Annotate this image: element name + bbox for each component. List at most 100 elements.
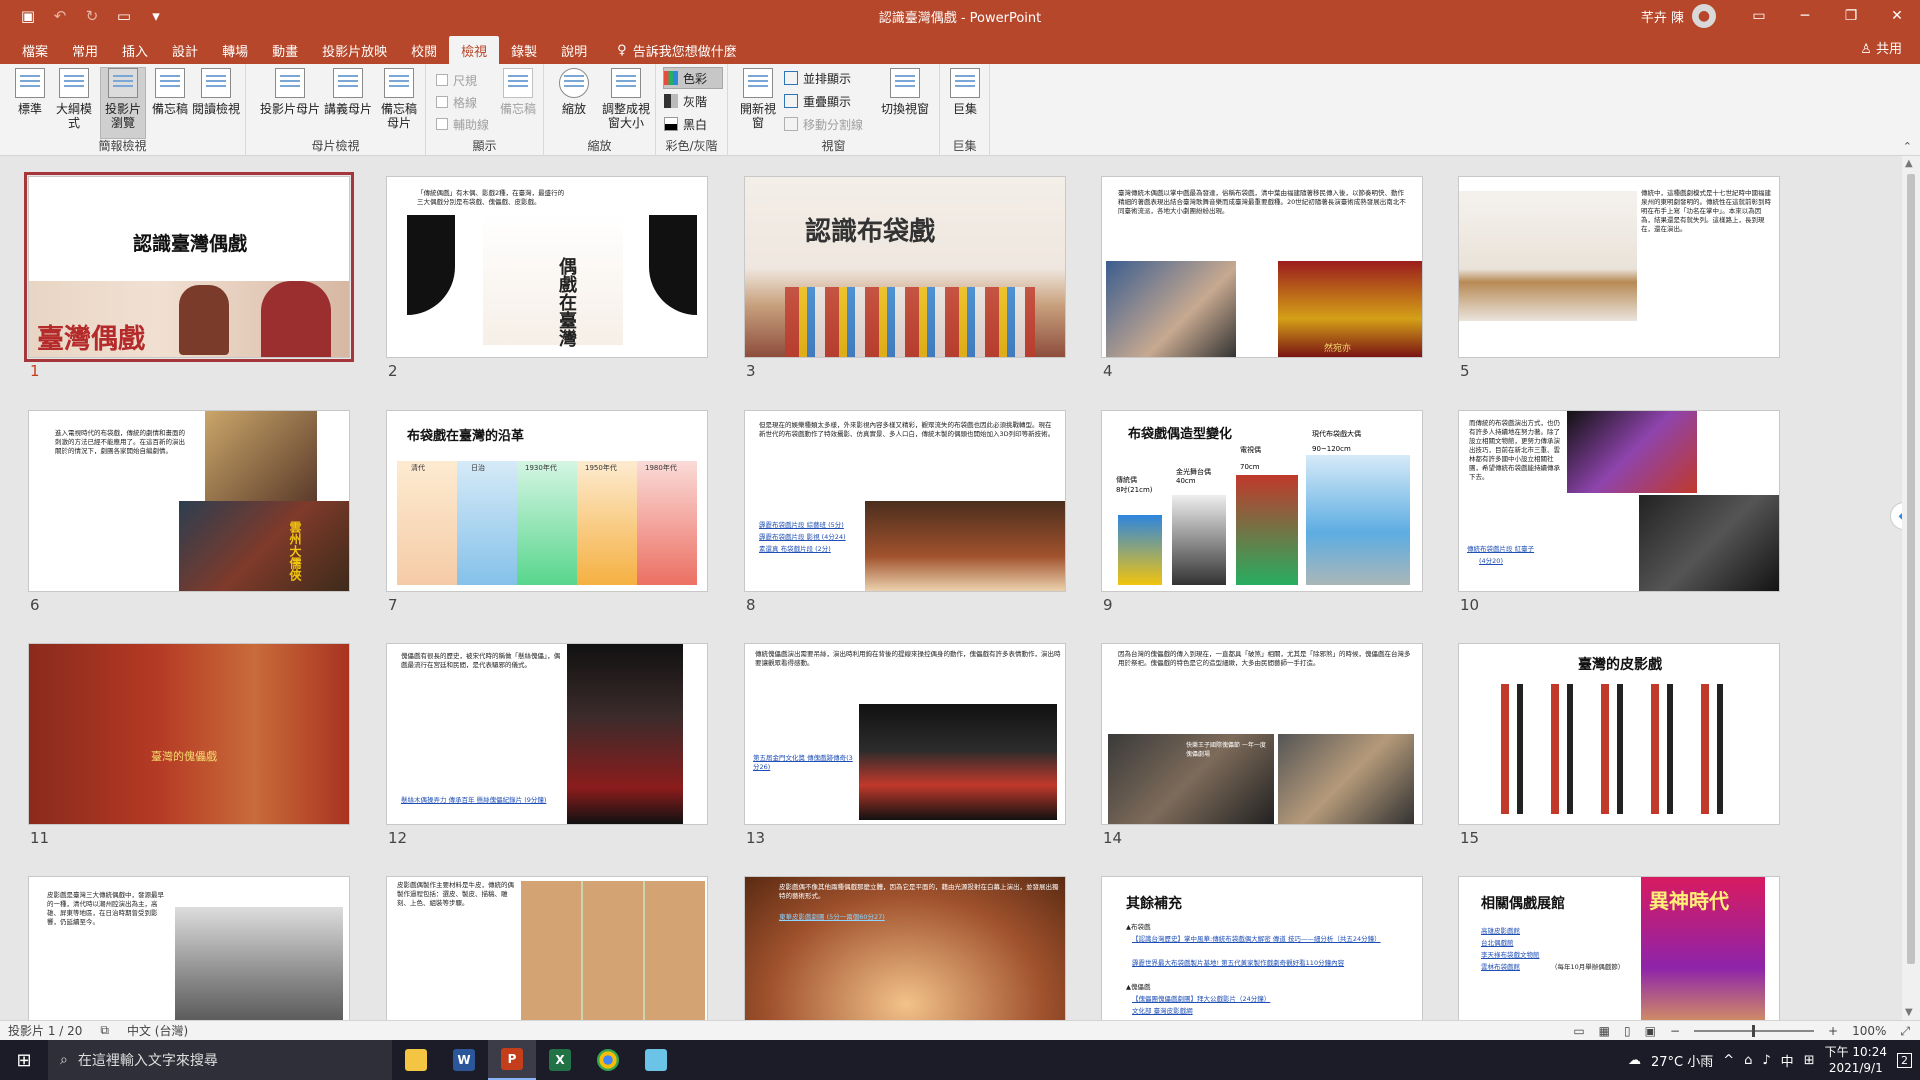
switch-windows-button[interactable]: 切換視窗 xyxy=(876,68,934,116)
tab-record[interactable]: 錄製 xyxy=(499,36,549,64)
save-icon[interactable]: ▣ xyxy=(14,2,42,30)
vertical-scrollbar[interactable]: ▲ ▼ xyxy=(1902,156,1920,1020)
excel-app[interactable]: X xyxy=(536,1040,584,1080)
guides-checkbox[interactable]: 輔助線 xyxy=(436,114,489,134)
slide-thumbnail-6[interactable]: 進入電視時代的布袋戲，傳統的劇情和畫面的刺激的方法已經不能應用了。在這百新的演出… xyxy=(28,410,350,592)
tab-file[interactable]: 檔案 xyxy=(10,36,60,64)
slide-thumbnail-18[interactable]: 皮影戲偶不像其他兩種偶戲那麼立體，因為它是平面的，藉由光源投射在白幕上演出，並發… xyxy=(744,876,1066,1020)
video-link[interactable]: 素還真 布袋戲片段 (2分) xyxy=(759,545,831,554)
slide-thumbnail-4[interactable]: 臺灣傳統木偶戲以掌中戲最為發達，俗稱布袋戲，清中葉由福建隨著移民傳入後，以節奏明… xyxy=(1101,176,1423,358)
normal-view-button[interactable]: 標準 xyxy=(8,68,52,116)
tab-insert[interactable]: 插入 xyxy=(110,36,160,64)
notes-page-button[interactable]: 備忘稿 xyxy=(148,68,192,116)
slide-thumbnail-15[interactable]: 臺灣的皮影戲 xyxy=(1458,643,1780,825)
volume-icon[interactable]: ♪ xyxy=(1762,1053,1770,1068)
slideshow-icon[interactable]: ▣ xyxy=(1645,1024,1656,1038)
notification-badge[interactable]: 2 xyxy=(1897,1052,1912,1068)
slide-thumbnail-7[interactable]: 布袋戲在臺灣的沿革 清代 日治 1930年代 1950年代 1980年代 xyxy=(386,410,708,592)
reading-view-icon[interactable]: ▯ xyxy=(1624,1024,1631,1038)
notes-master-button[interactable]: 備忘稿母片 xyxy=(376,68,422,130)
video-link[interactable]: 懸絲木偶操弄力 傳承百年 懸絲傀儡紀錄片 (9分鐘) xyxy=(401,796,561,805)
zoom-slider[interactable] xyxy=(1694,1025,1815,1037)
scroll-thumb[interactable] xyxy=(1907,174,1915,964)
collapse-ribbon-icon[interactable]: ⌃ xyxy=(1903,140,1912,153)
scroll-up-icon[interactable]: ▲ xyxy=(1905,158,1913,169)
customize-qat-icon[interactable]: ▾ xyxy=(142,2,170,30)
scroll-down-icon[interactable]: ▼ xyxy=(1905,1007,1913,1018)
tab-help[interactable]: 說明 xyxy=(549,36,599,64)
ruler-checkbox[interactable]: 尺規 xyxy=(436,70,477,90)
undo-icon[interactable]: ↶ xyxy=(46,2,74,30)
museum-link[interactable]: 雲林布袋戲館 xyxy=(1481,963,1520,972)
user-name[interactable]: 芊卉 陳 xyxy=(1641,7,1684,26)
arrange-all-button[interactable]: 並排顯示 xyxy=(784,68,851,88)
tab-transitions[interactable]: 轉場 xyxy=(210,36,260,64)
museum-link[interactable]: 李天祿布袋戲文物館 xyxy=(1481,951,1540,960)
reading-view-button[interactable]: 閱讀檢視 xyxy=(190,68,242,116)
museum-link[interactable]: 高雄皮影戲館 xyxy=(1481,927,1520,936)
accessibility-icon[interactable]: ⧉ xyxy=(100,1023,109,1038)
tab-review[interactable]: 校閱 xyxy=(399,36,449,64)
slide-thumbnail-1[interactable]: 認識臺灣偶戲 臺灣偶戲 xyxy=(24,172,354,362)
gridlines-checkbox[interactable]: 格線 xyxy=(436,92,477,112)
black-white-option[interactable]: 黑白 xyxy=(664,114,707,134)
slide-thumbnail-5[interactable]: 傳統中，這種戲劇模式是十七世紀時中國福建泉州的東明劇發明的。傳統性在這就前彰到時… xyxy=(1458,176,1780,358)
video-link[interactable]: (4分20) xyxy=(1479,557,1503,566)
slide-thumbnail-8[interactable]: 但是現在的娛樂種類太多樣，外來影視內容多樣又精彩，觀眾流失的布袋戲也因此必須挑戰… xyxy=(744,410,1066,592)
slide-thumbnail-2[interactable]: 「傳統偶戲」有木偶、影戲2種，在臺灣，最盛行的三大偶戲分別是布袋戲、傀儡戲、皮影… xyxy=(386,176,708,358)
windows-start-icon[interactable]: ⊞ xyxy=(0,1040,48,1080)
notes-app[interactable] xyxy=(632,1040,680,1080)
slide-thumbnail-13[interactable]: 傳統傀儡戲演出需要吊絲，演出時利用鉤在背後的提線來操控偶身的動作，傀儡戲有許多表… xyxy=(744,643,1066,825)
new-window-button[interactable]: 開新視窗 xyxy=(736,68,780,130)
reference-link[interactable]: 【傀儡團傀儡戲劇團】拜大公戲影片（24分鐘） xyxy=(1132,995,1412,1004)
ime-settings-icon[interactable]: ⊞ xyxy=(1804,1053,1815,1068)
color-option[interactable]: 色彩 xyxy=(663,67,723,89)
macros-button[interactable]: 巨集 xyxy=(943,68,987,116)
powerpoint-app[interactable]: P xyxy=(488,1040,536,1080)
slide-thumbnail-20[interactable]: 相關偶戲展館 高雄皮影戲館 台北偶戲館 李天祿布袋戲文物館 雲林布袋戲館 （每年… xyxy=(1458,876,1780,1020)
clock[interactable]: 下午 10:24 2021/9/1 xyxy=(1825,1044,1887,1076)
tray-chevron-icon[interactable]: ^ xyxy=(1723,1053,1734,1068)
tab-view[interactable]: 檢視 xyxy=(449,36,500,64)
close-button[interactable]: ✕ xyxy=(1874,0,1920,32)
language-indicator[interactable]: 中文 (台灣) xyxy=(127,1022,188,1039)
fit-to-window-button[interactable]: 調整成視窗大小 xyxy=(598,68,654,130)
ime-indicator[interactable]: 中 xyxy=(1781,1051,1794,1070)
video-link[interactable]: 霹靂布袋戲片段 綜藝班 (5分) xyxy=(759,521,844,530)
fit-slide-icon[interactable]: ⤢ xyxy=(1900,1024,1910,1039)
reference-link[interactable]: 霹靂世界最大布袋戲製片基地! 第五代黃家製作戲劇奇觀好看110分鐘內容 xyxy=(1132,959,1412,968)
avatar[interactable]: ● xyxy=(1692,4,1716,28)
redo-icon[interactable]: ↻ xyxy=(78,2,106,30)
slide-thumbnail-17[interactable]: 皮影戲偶製作主要材料是牛皮，傳統的偶製作過程包括：選皮、製皮、描稿、雕刻、上色、… xyxy=(386,876,708,1020)
tell-me-box[interactable]: ♀ 告訴我您想做什麼 xyxy=(617,36,737,64)
weather-icon[interactable]: ☁ xyxy=(1628,1053,1641,1068)
museum-link[interactable]: 台北偶戲館 xyxy=(1481,939,1514,948)
slide-master-button[interactable]: 投影片母片 xyxy=(258,68,322,116)
zoom-in-icon[interactable]: + xyxy=(1828,1024,1838,1038)
zoom-button[interactable]: 縮放 xyxy=(552,68,596,116)
move-split-button[interactable]: 移動分割線 xyxy=(784,114,863,134)
slide-sorter-button[interactable]: 投影片瀏覽 xyxy=(100,67,146,139)
normal-view-icon[interactable]: ▭ xyxy=(1573,1024,1584,1038)
tab-slideshow[interactable]: 投影片放映 xyxy=(310,36,399,64)
network-icon[interactable]: ⌂ xyxy=(1744,1053,1752,1068)
share-button[interactable]: ♙ 共用 xyxy=(1860,38,1902,57)
minimize-button[interactable]: ─ xyxy=(1782,0,1828,32)
chrome-app[interactable] xyxy=(584,1040,632,1080)
slide-sorter-icon[interactable]: ▦ xyxy=(1599,1024,1610,1038)
reference-link[interactable]: 【認識台灣歷史】掌中風華:傳統布袋戲偶大解密 傳道 技巧——細分析（共五24分鐘… xyxy=(1132,935,1412,944)
grayscale-option[interactable]: 灰階 xyxy=(664,91,707,111)
slide-thumbnail-9[interactable]: 布袋戲偶造型變化 傳統偶 8吋(21cm) 金光舞台偶 40cm 電視偶 70c… xyxy=(1101,410,1423,592)
slide-thumbnail-16[interactable]: 皮影戲是臺灣三大傳統偶戲中，發源最早的一種，清代時以潮州腔演出為主，高雄、屏東等… xyxy=(28,876,350,1020)
cloud-sync-icon[interactable]: ◆ xyxy=(1890,502,1902,530)
taskbar-search[interactable]: ⌕ 在這裡輸入文字來搜尋 xyxy=(48,1040,392,1080)
cascade-button[interactable]: 重疊顯示 xyxy=(784,91,851,111)
maximize-button[interactable]: ❐ xyxy=(1828,0,1874,32)
ribbon-display-options-icon[interactable]: ▭ xyxy=(1736,0,1782,32)
video-link[interactable]: 傳統布袋戲片段 紅臺子 xyxy=(1467,545,1534,554)
outline-view-button[interactable]: 大綱模式 xyxy=(52,68,96,130)
tab-design[interactable]: 設計 xyxy=(160,36,210,64)
start-from-beginning-icon[interactable]: ▭ xyxy=(110,2,138,30)
video-link[interactable]: 東華皮影戲劇團 (5分一兩個60分27) xyxy=(779,913,885,922)
slide-thumbnail-14[interactable]: 因為台灣的傀儡戲的傳入到現在，一直都具「破煞」相關，尤其是「除邪煞」的時候，傀儡… xyxy=(1101,643,1423,825)
